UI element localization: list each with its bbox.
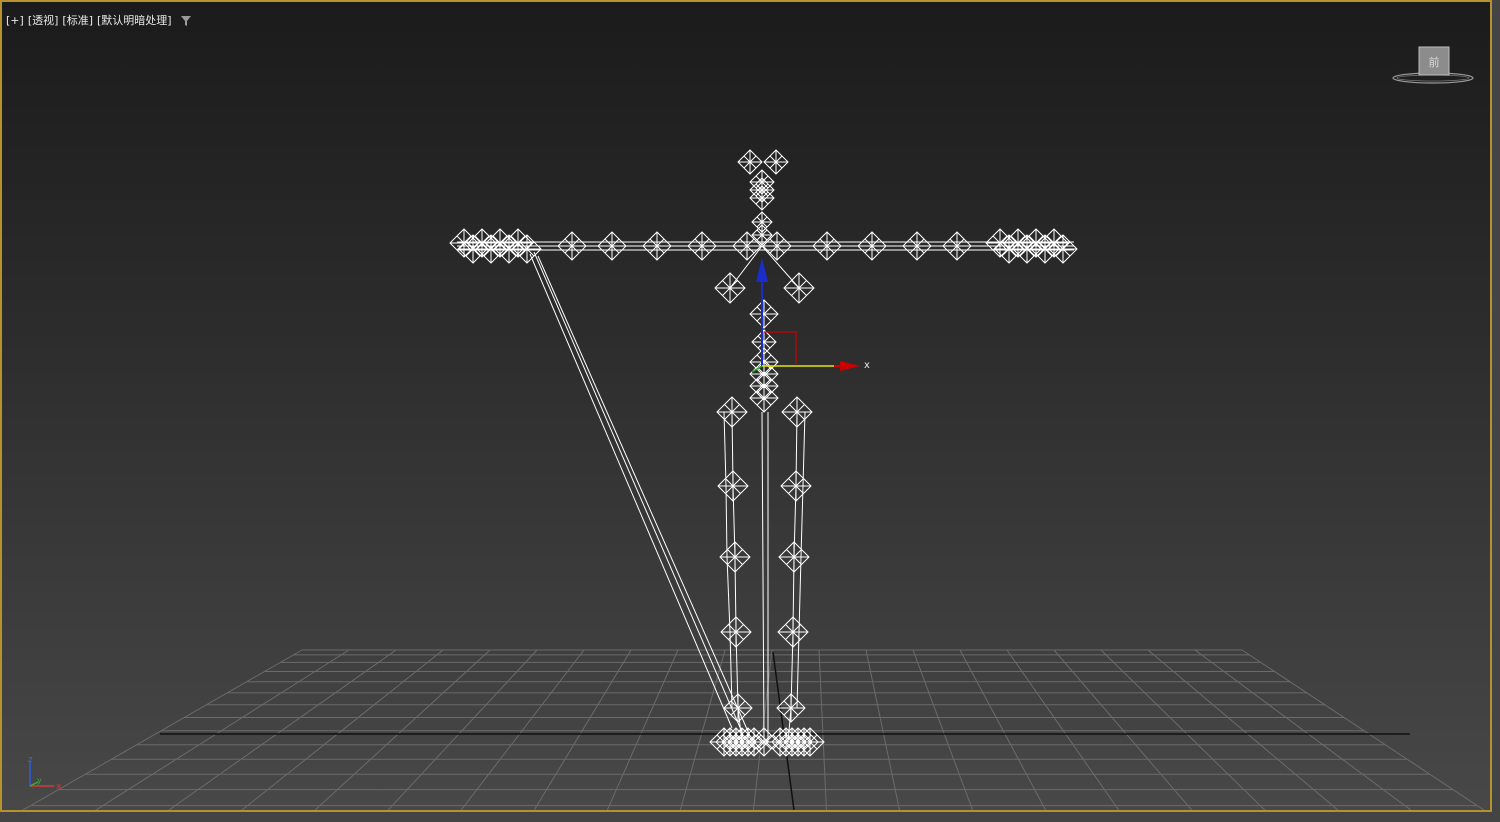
bone-skeleton[interactable] <box>449 149 1078 757</box>
viewcube-icon[interactable]: 前 <box>1390 42 1476 88</box>
grid-line <box>679 649 726 810</box>
bone-leg-link <box>726 556 731 633</box>
grid-line <box>1053 649 1193 810</box>
bone-leg-link <box>792 556 795 633</box>
viewport-point-of-view-menu[interactable]: [透视] <box>28 14 59 28</box>
grid-line <box>1147 649 1339 810</box>
bone-ik-link <box>529 253 733 729</box>
bone-leg-link <box>732 485 736 558</box>
viewport-bottom-edge <box>0 812 1500 822</box>
bone-arm[interactable] <box>597 231 627 261</box>
grid-line <box>1100 649 1266 810</box>
viewport-shading-menu[interactable]: [默认明暗处理] <box>97 14 172 28</box>
viewport-standard-menu[interactable]: [标准] <box>62 14 93 28</box>
bone-head[interactable] <box>763 149 789 175</box>
bone-arm[interactable] <box>687 231 717 261</box>
viewcube-face-label: 前 <box>1429 55 1440 69</box>
grid-line <box>387 649 538 810</box>
bone-leg-link <box>725 485 728 558</box>
viewport-right-edge <box>1492 0 1500 822</box>
bone-hand-right[interactable] <box>1048 234 1078 264</box>
bone-leg-link <box>802 411 806 487</box>
bone-arm[interactable] <box>642 231 672 261</box>
grid-line <box>912 649 974 810</box>
grid-line <box>1006 649 1120 810</box>
bone-ik-link <box>537 255 751 737</box>
bone-arm[interactable] <box>557 231 587 261</box>
viewport-general-menu[interactable]: [+] <box>6 14 24 28</box>
bone-hand-left[interactable] <box>503 228 533 258</box>
bone-leg-link <box>795 411 798 487</box>
grid-line <box>1194 649 1412 810</box>
bone-leg-link <box>731 411 734 487</box>
grid-line <box>818 649 827 810</box>
gizmo-y-axis[interactable] <box>751 365 763 373</box>
grid-line <box>460 649 585 810</box>
tripod-x-label: x <box>56 782 62 792</box>
gizmo-x-arrow[interactable] <box>840 361 860 371</box>
tripod-y-label: y <box>37 776 42 785</box>
grid-line <box>1241 649 1485 810</box>
gizmo-plane-handle[interactable] <box>764 331 797 364</box>
bone-head[interactable] <box>737 149 763 175</box>
grid-line <box>314 649 491 810</box>
tripod-z-label: z <box>28 755 33 765</box>
grid-line <box>533 649 632 810</box>
bone-arm[interactable] <box>942 231 972 261</box>
bone-hand-right[interactable] <box>1039 228 1069 258</box>
axis-tripod-icon: z x y <box>28 755 62 792</box>
bone-leg-link <box>800 485 804 558</box>
bone-leg-link <box>723 411 727 487</box>
grid-line <box>865 649 900 810</box>
filter-icon[interactable] <box>180 15 192 27</box>
gizmo-x-label: x <box>864 360 870 371</box>
bone-leg-link <box>734 556 737 633</box>
viewport-label-menu: [+] [透视] [标准] [默认明暗处理] <box>6 14 192 28</box>
transform-gizmo-icon[interactable]: x <box>742 252 882 382</box>
perspective-viewport[interactable]: [+] [透视] [标准] [默认明暗处理] 前 x z x y <box>0 0 1492 812</box>
bone-leg-link <box>735 631 739 709</box>
bone-leg-link <box>790 631 794 709</box>
bone-leg-link <box>793 485 797 558</box>
bone-arm[interactable] <box>902 231 932 261</box>
grid-line <box>959 649 1047 810</box>
bone-pelvis[interactable] <box>749 383 779 413</box>
bone-leg-link <box>798 556 802 633</box>
grid-line <box>168 649 397 810</box>
bone-ik-link <box>533 251 743 733</box>
viewport-scene[interactable] <box>2 2 1490 810</box>
gizmo-z-arrow[interactable] <box>756 258 768 282</box>
grid-line <box>95 649 350 810</box>
grid-line <box>606 649 679 810</box>
